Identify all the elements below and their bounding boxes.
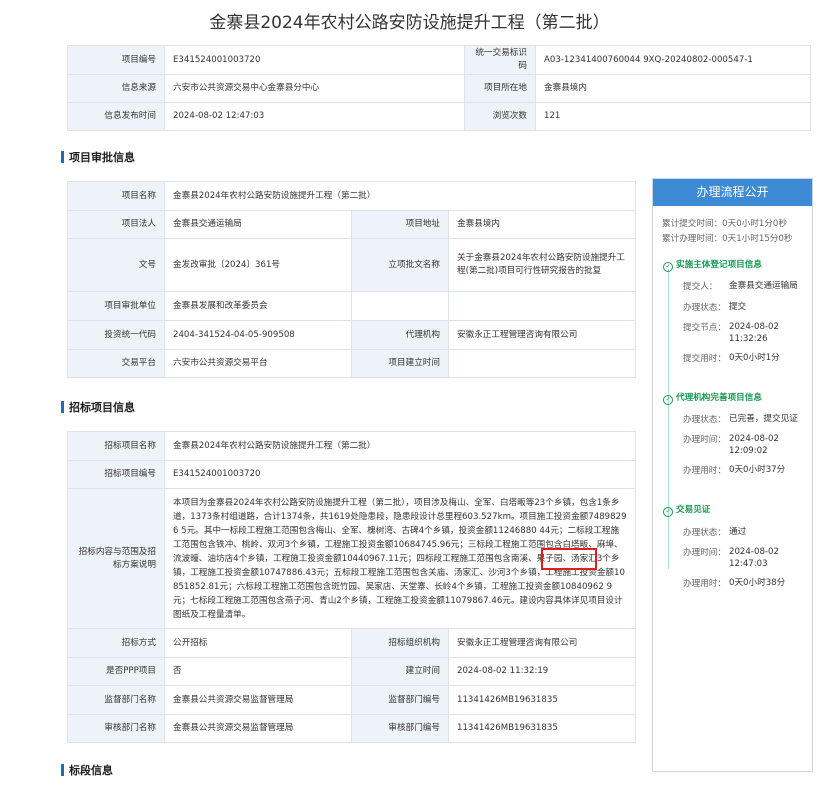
supervise: 金寨县公共资源交易监督管理局 — [164, 685, 352, 715]
process-panel: 办理流程公开 累计提交时间：0天0小时1分0秒 累计办理时间：0天1小时15分0… — [652, 178, 813, 772]
check-icon: ✓ — [663, 262, 673, 272]
step-2-k0: 办理状态： — [683, 415, 726, 425]
invest-code-label: 投资统一代码 — [67, 320, 165, 350]
legal: 金寨县交通运输局 — [164, 210, 352, 239]
platform-label: 交易平台 — [67, 349, 165, 378]
doc: 金发改审批〔2024〕361号 — [164, 238, 352, 292]
section-bidding-title: 招标项目信息 — [69, 401, 135, 414]
bid-no: E341524001003720 — [163, 460, 637, 489]
method-label: 招标方式 — [67, 628, 165, 658]
audit-label: 审核部门名称 — [67, 714, 165, 743]
total-handle-time: 累计办理时间：0天1小时15分0秒 — [662, 234, 793, 244]
step-2-v1: 2024-08-02 12:09:02 — [729, 434, 779, 456]
step-3-v0: 通过 — [729, 527, 747, 537]
section-lots-title: 标段信息 — [69, 764, 113, 777]
supervise-no: 11341426MB19631835 — [447, 685, 637, 715]
approval-name: 金寨县2024年农村公路安防设施提升工程（第二批） — [163, 181, 637, 211]
supervise-no-label: 监督部门编号 — [351, 685, 449, 715]
location: 金寨县境内 — [535, 74, 811, 103]
step-3: ✓ 交易见证 — [663, 503, 710, 517]
bidding-table: 招标项目名称 金寨县2024年农村公路安防设施提升工程（第二批） 招标项目编号 … — [67, 431, 637, 743]
step-2-k1: 办理时间： — [683, 435, 726, 445]
project-no-label: 项目编号 — [67, 45, 165, 75]
step-1-v2: 2024-08-02 11:32:26 — [729, 322, 779, 344]
step-1-k2: 提交节点： — [683, 323, 726, 333]
section-lots-header: 标段信息 — [61, 762, 113, 778]
location-label: 项目所在地 — [464, 74, 536, 103]
publish-time-label: 信息发布时间 — [67, 102, 165, 131]
step-3-k1: 办理时间： — [683, 548, 726, 558]
total-submit-time: 累计提交时间：0天0小时1分0秒 — [662, 219, 787, 229]
doc-label: 文号 — [67, 238, 165, 292]
step-2-title: 代理机构完善项目信息 — [676, 393, 762, 403]
step-1-k1: 办理状态： — [683, 303, 726, 313]
highlight-box — [541, 548, 597, 570]
approval-name-label: 项目名称 — [67, 181, 165, 211]
supervise-label: 监督部门名称 — [67, 685, 165, 715]
step-2: ✓ 代理机构完善项目信息 — [663, 391, 762, 405]
views: 121 — [535, 102, 811, 131]
address-label: 项目地址 — [351, 210, 449, 239]
bid-name: 金寨县2024年农村公路安防设施提升工程（第二批） — [163, 431, 637, 461]
setup-time-label: 项目建立时间 — [351, 349, 449, 378]
project-no: E341524001003720 — [164, 45, 465, 75]
section-approval-title: 项目审批信息 — [69, 151, 135, 164]
check-icon: ✓ — [663, 507, 673, 517]
step-2-v2: 0天0小时37分 — [729, 465, 786, 475]
bid-no-label: 招标项目编号 — [67, 460, 165, 489]
step-1-title: 实施主体登记项目信息 — [676, 260, 762, 270]
step-3-v1: 2024-08-02 12:47:03 — [729, 547, 779, 569]
section-bidding-header: 招标项目信息 — [61, 399, 135, 415]
source: 六安市公共资源交易中心金寨县分中心 — [164, 74, 465, 103]
agency-label: 代理机构 — [351, 320, 449, 350]
step-3-v2: 0天0小时38分 — [729, 578, 786, 588]
bid-content-label: 招标内容与范围及招标方案说明 — [67, 488, 165, 629]
step-3-k0: 办理状态： — [683, 528, 726, 538]
views-label: 浏览次数 — [464, 102, 536, 131]
legal-label: 项目法人 — [67, 210, 165, 239]
approve-doc: 关于金寨县2024年农村公路安防设施提升工程(第二批)项目可行性研究报告的批复 — [447, 238, 637, 292]
check-icon: ✓ — [663, 395, 673, 405]
audit-no-label: 审核部门编号 — [351, 714, 449, 743]
publish-time: 2024-08-02 12:47:03 — [164, 102, 465, 131]
page-title: 金寨县2024年农村公路安防设施提升工程（第二批） — [209, 13, 610, 33]
org-label: 招标组织机构 — [351, 628, 449, 658]
step-1: ✓ 实施主体登记项目信息 — [663, 258, 762, 272]
step-2-k2: 办理用时： — [683, 466, 726, 476]
approve-doc-label: 立项批文名称 — [351, 238, 449, 292]
source-label: 信息来源 — [67, 74, 165, 103]
step-2-v0: 已完善，提交见证 — [729, 414, 798, 424]
org: 安徽永正工程管理咨询有限公司 — [447, 628, 637, 658]
platform: 六安市公共资源交易平台 — [164, 349, 352, 378]
step-3-title: 交易见证 — [676, 505, 711, 515]
unit-label: 项目审批单位 — [67, 291, 165, 321]
step-1-k3: 提交用时： — [683, 354, 726, 364]
setup-time — [447, 349, 637, 378]
section-approval-header: 项目审批信息 — [61, 149, 135, 165]
project-info-table: 项目编号 E341524001003720 统一交易标识码 A03-123414… — [67, 45, 811, 131]
ppp-label: 是否PPP项目 — [67, 657, 165, 686]
ppp: 否 — [164, 657, 352, 686]
process-panel-title: 办理流程公开 — [653, 179, 812, 206]
step-1-k0: 提交人： — [683, 282, 718, 292]
bid-name-label: 招标项目名称 — [67, 431, 165, 461]
created: 2024-08-02 11:32:19 — [447, 657, 637, 686]
method: 公开招标 — [164, 628, 352, 658]
trade-code: A03-12341400760044 9XQ-20240802-000547-1 — [535, 45, 811, 75]
audit-no: 11341426MB19631835 — [447, 714, 637, 743]
step-3-k2: 办理用时： — [683, 579, 726, 589]
approval-table: 项目名称 金寨县2024年农村公路安防设施提升工程（第二批） 项目法人 金寨县交… — [67, 181, 637, 378]
trade-code-label: 统一交易标识码 — [464, 45, 536, 75]
step-1-v3: 0天0小时1分 — [729, 353, 780, 363]
unit: 金寨县发展和改革委员会 — [164, 291, 352, 321]
step-1-v0: 金寨县交通运输局 — [729, 281, 798, 291]
invest-code: 2404-341524-04-05-909508 — [164, 320, 352, 350]
audit: 金寨县公共资源交易监督管理局 — [164, 714, 352, 743]
step-1-v1: 提交 — [729, 302, 747, 312]
agency: 安徽永正工程管理咨询有限公司 — [447, 320, 637, 350]
created-label: 建立时间 — [351, 657, 449, 686]
address: 金寨县境内 — [447, 210, 637, 239]
timeline-line — [668, 269, 669, 569]
